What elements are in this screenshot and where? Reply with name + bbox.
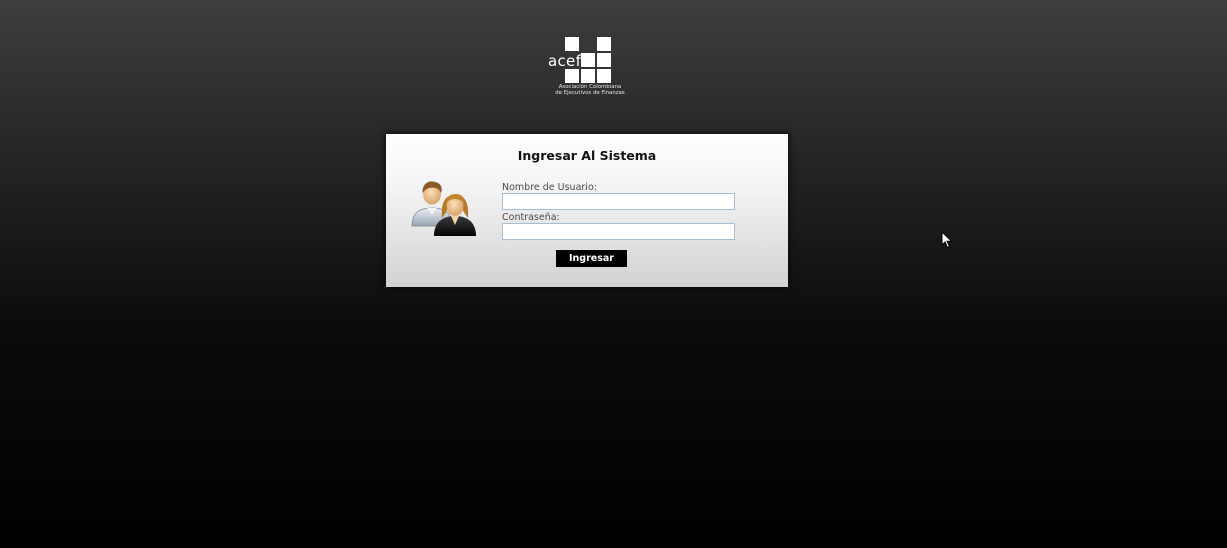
password-input[interactable] [502,223,735,240]
logo-tagline-line2: de Ejecutivos de Finanzas [555,90,625,96]
password-label: Contraseña: [502,212,560,223]
login-title: Ingresar Al Sistema [517,148,657,163]
users-icon [410,178,480,238]
logo-squares-icon [565,37,615,83]
username-label: Nombre de Usuario: [502,182,597,193]
mouse-cursor-icon [941,230,953,249]
login-panel: Ingresar Al Sistema Nombre de Usuario: C… [386,134,788,287]
logo-tagline: Asociación Colombiana de Ejecutivos de F… [547,84,633,96]
login-button[interactable]: Ingresar [556,250,627,267]
username-input[interactable] [502,193,735,210]
acef-logo: acef Asociación Colombiana de Ejecutivos… [547,36,637,98]
